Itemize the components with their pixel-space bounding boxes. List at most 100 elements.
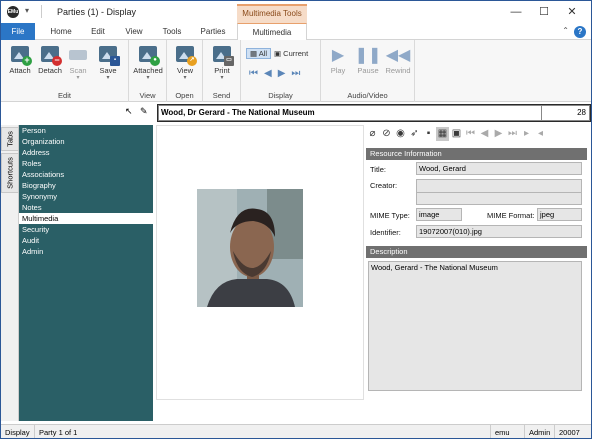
- title-label: Title:: [370, 165, 386, 174]
- tab-list-item[interactable]: Biography: [19, 180, 153, 191]
- creator-field-1[interactable]: [416, 179, 582, 193]
- floppy-icon: ▪: [110, 56, 120, 66]
- next-image-icon[interactable]: ▶: [278, 68, 286, 79]
- forward-icon[interactable]: ▸: [520, 127, 533, 141]
- paperclip-icon[interactable]: ⌀: [366, 127, 379, 141]
- scanner-icon: [69, 50, 87, 60]
- tab-list-item[interactable]: Roles: [19, 158, 153, 169]
- creator-field-2[interactable]: [416, 192, 582, 205]
- pause-icon: ❚❚: [354, 47, 382, 64]
- identifier-field[interactable]: 19072007(010).jpg: [416, 225, 582, 238]
- scan-button[interactable]: Scan ▾: [65, 44, 91, 81]
- rocket-icon[interactable]: ➶: [408, 127, 421, 141]
- close-button[interactable]: ✕: [561, 4, 583, 20]
- mime-type-field[interactable]: image: [416, 208, 462, 221]
- vertical-tab-tabs[interactable]: Tabs: [1, 127, 19, 151]
- record-count: 28: [541, 106, 589, 120]
- attach-button[interactable]: + Attach: [7, 44, 33, 75]
- tab-list-item[interactable]: Admin: [19, 246, 153, 257]
- title-field[interactable]: Wood, Gerard: [416, 162, 582, 175]
- rewind-button[interactable]: ◀◀ Rewind: [383, 46, 413, 75]
- print-button[interactable]: ▭ Print ▾: [209, 44, 235, 81]
- group-display-label: Display: [268, 91, 293, 100]
- identifier-label: Identifier:: [370, 228, 401, 237]
- display-current-toggle[interactable]: ▣ Current: [274, 49, 308, 58]
- open-view-button[interactable]: ↗ View ▾: [172, 44, 198, 81]
- group-display: ▦ All ▣ Current ⏮ ◀ ▶ ⏭ Display: [241, 40, 321, 102]
- group-view: ● Attached ▾ View: [129, 40, 167, 102]
- save-button[interactable]: ▪ Save ▾: [95, 44, 121, 81]
- help-icon[interactable]: ?: [574, 26, 586, 38]
- tab-tools[interactable]: Tools: [153, 23, 191, 40]
- ribbon-collapse-icon[interactable]: ⌃: [562, 26, 569, 35]
- mime-format-label: MIME Format:: [487, 211, 535, 220]
- tab-list-item[interactable]: Synonymy: [19, 191, 153, 202]
- image-nav-controls: ⏮ ◀ ▶ ⏭: [249, 68, 306, 79]
- mime-format-field[interactable]: jpeg: [537, 208, 582, 221]
- first-image-icon[interactable]: ⏮: [249, 68, 258, 79]
- tab-list-item[interactable]: Notes: [19, 202, 153, 213]
- ribbon-tab-bar: File Home Edit View Tools Parties Multim…: [1, 23, 591, 40]
- status-bar: Display Party 1 of 1 emu Admin 20007: [1, 424, 591, 438]
- tab-view[interactable]: View: [117, 23, 151, 40]
- tab-parties[interactable]: Parties: [193, 23, 233, 40]
- tab-list-item[interactable]: Organization: [19, 136, 153, 147]
- pointer-icon[interactable]: ↖: [125, 106, 133, 117]
- printer-icon: ▭: [224, 56, 234, 66]
- portrait-image[interactable]: [197, 189, 303, 307]
- tab-list-item[interactable]: Associations: [19, 169, 153, 180]
- tab-home[interactable]: Home: [43, 23, 79, 40]
- rewind-icon: ◀◀: [385, 47, 411, 64]
- group-edit-label: Edit: [58, 91, 71, 100]
- status-module: emu: [491, 425, 525, 438]
- tab-list-item-selected[interactable]: Multimedia: [19, 213, 153, 224]
- vertical-tab-shortcuts[interactable]: Shortcuts: [1, 153, 19, 193]
- minus-icon: −: [52, 56, 62, 66]
- group-audio-video-label: Audio/Video: [347, 91, 388, 100]
- tab-edit[interactable]: Edit: [81, 23, 115, 40]
- back-icon[interactable]: ◂: [534, 127, 547, 141]
- plus-icon: +: [22, 56, 32, 66]
- pin-icon[interactable]: ✎: [140, 106, 148, 117]
- side-tab-strip: Tabs Shortcuts: [1, 125, 19, 421]
- tab-list-item[interactable]: Address: [19, 147, 153, 158]
- prev-icon[interactable]: ◀: [478, 127, 491, 141]
- eye-icon[interactable]: ◉: [394, 127, 407, 141]
- window-title: Parties (1) - Display: [57, 7, 137, 17]
- last-image-icon[interactable]: ⏭: [291, 68, 300, 79]
- app-icon: EMu: [7, 6, 19, 18]
- portrait-graphic: [197, 189, 303, 307]
- mime-type-label: MIME Type:: [370, 211, 410, 220]
- group-send-label: Send: [212, 91, 231, 100]
- tab-list-item[interactable]: Person: [19, 125, 153, 136]
- arrow-icon: ↗: [187, 56, 197, 66]
- detach-clip-icon[interactable]: ⊘: [380, 127, 393, 141]
- application-window: EMu ▾ Parties (1) - Display Multimedia T…: [0, 0, 592, 439]
- module-tab-list: Person Organization Address Roles Associ…: [19, 125, 153, 421]
- context-tab-header: Multimedia Tools: [237, 4, 307, 23]
- play-button[interactable]: ▶ Play: [323, 46, 353, 75]
- resource-info-header: Resource Information: [366, 148, 587, 160]
- display-all-toggle[interactable]: ▦ All: [246, 48, 272, 59]
- last-icon[interactable]: ⏭: [506, 127, 519, 141]
- description-header: Description: [366, 246, 587, 258]
- pause-button[interactable]: ❚❚ Pause: [353, 46, 383, 75]
- tab-list-item[interactable]: Security: [19, 224, 153, 235]
- grid-view-icon[interactable]: ▦: [436, 127, 449, 141]
- quick-access-dropdown-icon[interactable]: ▾: [25, 6, 35, 18]
- tab-multimedia[interactable]: Multimedia: [237, 23, 307, 40]
- group-view-label: View: [139, 91, 156, 100]
- maximize-button[interactable]: ☐: [533, 4, 555, 20]
- minimize-button[interactable]: —: [505, 4, 527, 20]
- image-icon[interactable]: ▣: [450, 127, 463, 141]
- save-icon[interactable]: ▪: [422, 127, 435, 141]
- next-icon[interactable]: ▶: [492, 127, 505, 141]
- prev-image-icon[interactable]: ◀: [264, 68, 272, 79]
- tab-file[interactable]: File: [1, 23, 35, 40]
- detach-button[interactable]: − Detach: [37, 44, 63, 75]
- description-field[interactable]: Wood, Gerard - The National Museum: [368, 261, 582, 391]
- tab-list-item[interactable]: Audit: [19, 235, 153, 246]
- attached-button[interactable]: ● Attached ▾: [133, 44, 163, 81]
- first-icon[interactable]: ⏮: [464, 127, 477, 141]
- multimedia-toolbar: ⌀ ⊘ ◉ ➶ ▪ ▦ ▣ ⏮ ◀ ▶ ⏭ ▸ ◂: [366, 127, 588, 143]
